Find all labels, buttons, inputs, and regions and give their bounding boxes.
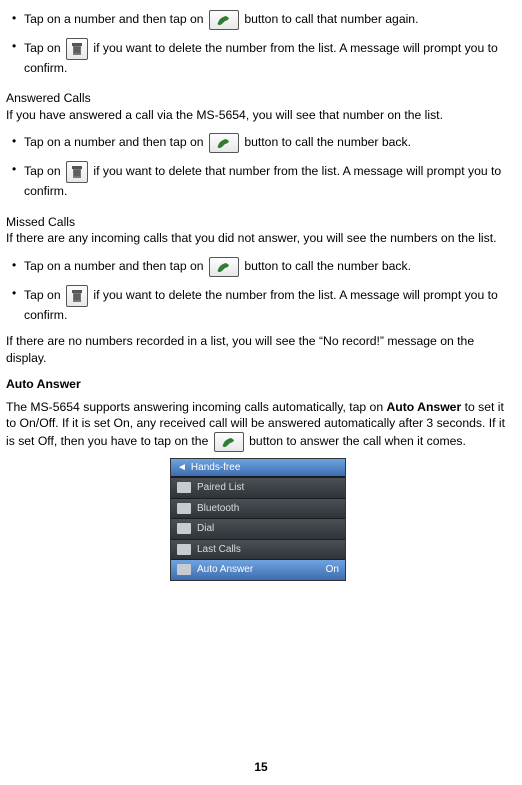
menu-header: ◄ Hands-free <box>171 459 345 478</box>
list-item: Tap on if you want to delete the number … <box>6 281 510 327</box>
menu-row: Dial <box>171 518 345 539</box>
menu-item-label: Paired List <box>197 481 339 495</box>
menu-header-label: Hands-free <box>191 461 240 475</box>
phone-icon <box>209 10 239 30</box>
menu-item-label: Bluetooth <box>197 502 339 516</box>
bullet-text-post: button to call the number back. <box>241 259 411 273</box>
phone-icon <box>209 257 239 277</box>
missed-calls-intro: If there are any incoming calls that you… <box>6 230 510 246</box>
bullet-text-pre: Tap on a number and then tap on <box>24 136 207 150</box>
answered-calls-title: Answered Calls <box>6 90 510 106</box>
bullet-text-post: if you want to delete the number from th… <box>24 288 498 322</box>
top-bullets: Tap on a number and then tap on button t… <box>6 6 510 80</box>
chevron-left-icon: ◄ <box>177 461 187 475</box>
menu-row: Last Calls <box>171 539 345 560</box>
menu-item-icon <box>177 544 191 555</box>
bullet-text-pre: Tap on <box>24 288 64 302</box>
auto-answer-tail: button to answer the call when it comes. <box>246 434 466 448</box>
menu-item-icon <box>177 523 191 534</box>
trash-icon <box>66 161 88 183</box>
phone-icon <box>209 133 239 153</box>
missed-calls-title: Missed Calls <box>6 214 510 230</box>
answered-bullets: Tap on a number and then tap on button t… <box>6 129 510 203</box>
list-item: Tap on a number and then tap on button t… <box>6 129 510 157</box>
bullet-text-post: button to call the number back. <box>241 136 411 150</box>
bullet-text-post: button to call that number again. <box>241 12 419 26</box>
menu-item-value: On <box>326 563 339 577</box>
auto-answer-title: Auto Answer <box>6 377 81 391</box>
bullet-text-post: if you want to delete the number from th… <box>24 41 498 75</box>
trash-icon <box>66 38 88 60</box>
answered-calls-intro: If you have answered a call via the MS-5… <box>6 107 510 123</box>
auto-answer-bold: Auto Answer <box>386 400 461 414</box>
auto-answer-pre: The MS-5654 supports answering incoming … <box>6 400 386 414</box>
bullet-text-pre: Tap on <box>24 165 64 179</box>
menu-item-label: Last Calls <box>197 543 339 557</box>
bullet-text-pre: Tap on a number and then tap on <box>24 12 207 26</box>
phone-icon <box>214 432 244 452</box>
missed-bullets: Tap on a number and then tap on button t… <box>6 253 510 327</box>
bullet-text-post: if you want to delete that number from t… <box>24 165 501 199</box>
menu-item-icon <box>177 503 191 514</box>
auto-answer-body: The MS-5654 supports answering incoming … <box>6 399 510 452</box>
list-item: Tap on a number and then tap on button t… <box>6 253 510 281</box>
no-record-note: If there are no numbers recorded in a li… <box>6 333 510 366</box>
bullet-text-pre: Tap on <box>24 41 64 55</box>
menu-item-icon <box>177 564 191 575</box>
menu-screenshot: ◄ Hands-free Paired List Bluetooth Dial Las… <box>170 458 346 581</box>
menu-item-label: Dial <box>197 522 339 536</box>
menu-row: Auto Answer On <box>171 559 345 580</box>
list-item: Tap on if you want to delete the number … <box>6 34 510 80</box>
menu-item-label: Auto Answer <box>197 563 320 577</box>
menu-row: Paired List <box>171 477 345 498</box>
trash-icon <box>66 285 88 307</box>
list-item: Tap on a number and then tap on button t… <box>6 6 510 34</box>
page-number: 15 <box>0 759 522 775</box>
menu-row: Bluetooth <box>171 498 345 519</box>
list-item: Tap on if you want to delete that number… <box>6 157 510 203</box>
bullet-text-pre: Tap on a number and then tap on <box>24 259 207 273</box>
menu-item-icon <box>177 482 191 493</box>
